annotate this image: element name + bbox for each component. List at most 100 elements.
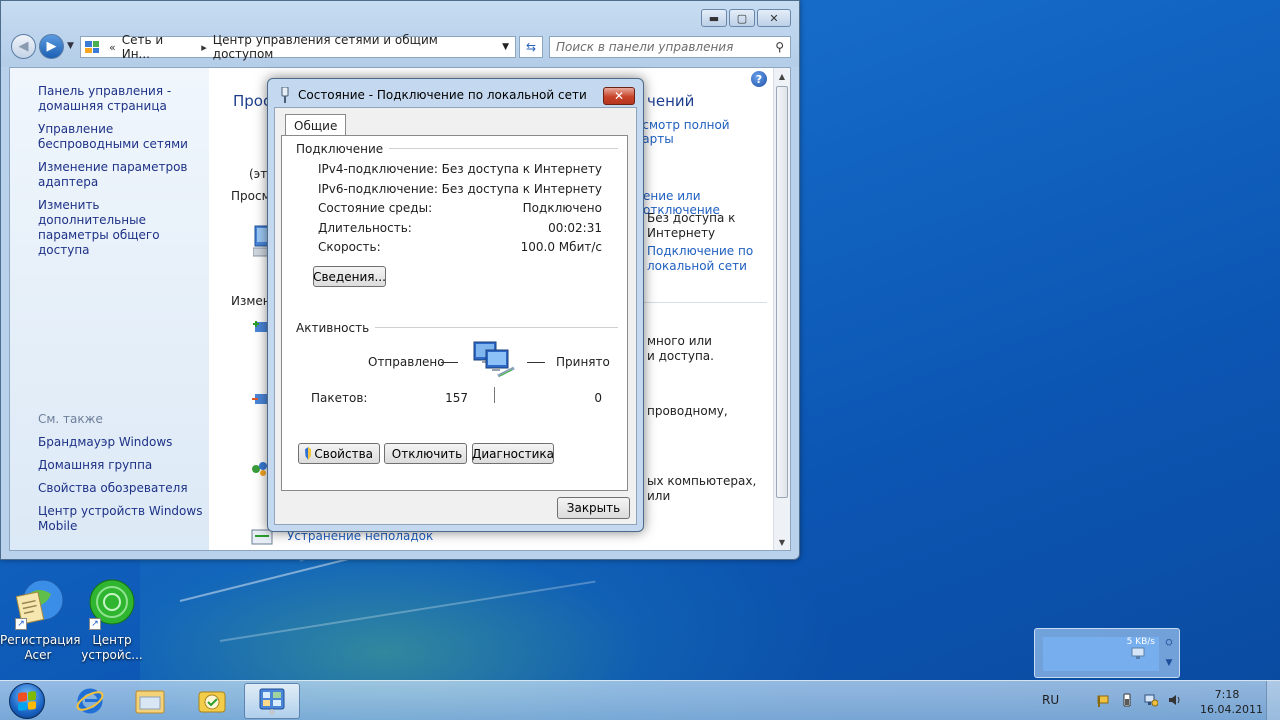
start-button[interactable] (4, 683, 50, 719)
change-settings-heading: Измен (231, 294, 271, 308)
scroll-down-icon[interactable]: ▼ (774, 534, 790, 550)
desktop-icon-device-center[interactable]: ↗ Центр устройс... (74, 576, 150, 663)
local-connection-link[interactable]: Подключение по локальной сети (647, 244, 757, 274)
sent-label: Отправлено (368, 355, 445, 369)
help-icon[interactable]: ? (751, 71, 767, 87)
ipv4-value: Без доступа к Интернету (441, 162, 602, 176)
see-also-heading: См. также (38, 412, 103, 426)
dialog-close-button[interactable]: ✕ (603, 87, 635, 105)
breadcrumb-network-internet[interactable]: Сеть и Ин... (122, 33, 196, 61)
clock-time: 7:18 (1214, 688, 1240, 701)
desc-fragment-4: ых компьютерах, или (647, 474, 757, 503)
sidebar-item-control-panel-home[interactable]: Панель управления - домашняя страница (38, 84, 208, 114)
view-networks-heading: Просм (231, 189, 271, 203)
media-state-label: Состояние среды: (318, 201, 433, 215)
activity-group-line (370, 327, 618, 328)
action-center-flag-icon[interactable] (1096, 693, 1110, 707)
taskbar: RU 7:18 16.04.2011 (0, 680, 1280, 720)
shortcut-arrow-icon: ↗ (15, 618, 27, 630)
desktop-icon-label: Центр устройс... (81, 633, 143, 662)
address-bar[interactable]: « Сеть и Ин... ▸ Центр управления сетями… (80, 33, 516, 61)
tab-panel-general: Подключение IPv4-подключение: Без доступ… (281, 135, 628, 491)
network-meter-gadget[interactable]: 5 KB/s ⛭ ▼ (1034, 628, 1180, 678)
view-full-map-link[interactable]: осмотр полной карты (635, 118, 772, 146)
gadget-rate: 5 KB/s (1126, 637, 1155, 647)
search-box[interactable]: ⚲ (549, 36, 791, 58)
sidebar-item-mobile-device-center[interactable]: Центр устройств Windows Mobile (38, 504, 208, 534)
forward-button[interactable]: ▶ (39, 34, 64, 59)
packets-sent-value: 157 (445, 391, 468, 405)
internet-explorer-icon (76, 688, 104, 714)
sidebar-see-also-links: Брандмауэр Windows Домашняя группа Свойс… (38, 435, 208, 542)
windows-logo-icon (18, 691, 36, 711)
disable-button-label: Отключить (391, 446, 463, 461)
dialog-title: Состояние - Подключение по локальной сет… (298, 88, 587, 102)
breadcrumb-separator-icon[interactable]: ▸ (201, 41, 207, 54)
address-dropdown-icon[interactable]: ▼ (502, 42, 509, 52)
task-sidebar: Панель управления - домашняя страница Уп… (10, 68, 209, 550)
vertical-scrollbar[interactable]: ▲ ▼ (773, 68, 790, 550)
properties-button-label: Свойства (314, 446, 373, 461)
uac-shield-icon (305, 447, 312, 460)
control-panel-icon (259, 688, 285, 715)
sidebar-item-firewall[interactable]: Брандмауэр Windows (38, 435, 208, 450)
access-type-value: Без доступа к Интернету (647, 211, 736, 240)
desc-fragment-1: много или (647, 334, 712, 348)
taskbar-explorer[interactable] (122, 683, 178, 719)
duration-label: Длительность: (318, 221, 412, 235)
speed-value: 100.0 Мбит/с (520, 240, 602, 254)
language-indicator[interactable]: RU (1042, 693, 1059, 707)
ipv4-label: IPv4-подключение: (318, 162, 438, 176)
gadget-collapse-icon[interactable]: ▼ (1163, 657, 1175, 669)
show-desktop-button[interactable] (1266, 681, 1280, 720)
desktop-icon-acer-registration[interactable]: ↗ Регистрация Acer (0, 576, 80, 663)
refresh-button[interactable]: ⇆ (519, 36, 543, 58)
connection-status-dialog: Состояние - Подключение по локальной сет… (267, 78, 644, 532)
disable-button[interactable]: Отключить (384, 443, 467, 464)
control-panel-icon (85, 41, 99, 53)
close-window-button[interactable]: ✕ (757, 9, 791, 27)
media-state-value: Подключено (522, 201, 602, 215)
shortcut-arrow-icon: ↗ (89, 618, 101, 630)
media-center-icon (198, 691, 226, 713)
sidebar-item-manage-wireless[interactable]: Управление беспроводными сетями (38, 122, 208, 152)
page-title-tail: чений (647, 92, 695, 110)
system-clock[interactable]: 7:18 16.04.2011 (1200, 687, 1263, 717)
maximize-button[interactable]: ▢ (729, 9, 755, 27)
recent-pages-dropdown[interactable]: ▼ (67, 41, 74, 51)
network-tray-icon[interactable] (1144, 693, 1158, 707)
sidebar-item-adapter-settings[interactable]: Изменение параметров адаптера (38, 160, 208, 190)
sidebar-item-homegroup[interactable]: Домашняя группа (38, 458, 208, 473)
sidebar-top-links: Панель управления - домашняя страница Уп… (38, 84, 208, 266)
minimize-button[interactable]: ▬ (701, 9, 727, 27)
window-chrome: ▬ ▢ ✕ ◀ ▶ ▼ « Сеть и Ин... ▸ Центр управ… (1, 1, 799, 67)
back-button[interactable]: ◀ (11, 34, 36, 59)
battery-icon[interactable] (1120, 693, 1134, 707)
speed-label: Скорость: (318, 240, 381, 254)
scrollbar-thumb[interactable] (776, 86, 788, 498)
connection-group-title: Подключение (296, 142, 390, 156)
desc-fragment-3: проводному, (647, 404, 728, 418)
sidebar-item-internet-options[interactable]: Свойства обозревателя (38, 481, 208, 496)
breadcrumb-network-center[interactable]: Центр управления сетями и общим доступом (213, 33, 502, 61)
details-button[interactable]: Сведения... (313, 266, 386, 287)
search-icon[interactable]: ⚲ (775, 40, 784, 54)
search-input[interactable] (556, 40, 776, 54)
volume-icon[interactable] (1168, 693, 1182, 707)
gadget-options-icon[interactable]: ⛭ (1163, 637, 1175, 649)
taskbar-media-center[interactable] (184, 683, 240, 719)
sent-dash (441, 362, 458, 363)
taskbar-internet-explorer[interactable] (62, 683, 118, 719)
diagnose-button[interactable]: Диагностика (472, 443, 554, 464)
taskbar-control-panel[interactable] (244, 683, 300, 719)
arrow-right-icon: ▶ (46, 39, 57, 54)
properties-button[interactable]: Свойства (298, 443, 380, 464)
sidebar-item-sharing-settings[interactable]: Изменить дополнительные параметры общего… (38, 198, 208, 258)
packets-received-value: 0 (594, 391, 602, 405)
close-dialog-button[interactable]: Закрыть (557, 497, 630, 519)
tab-general[interactable]: Общие (285, 114, 347, 136)
globe-registration-icon: ↗ (11, 576, 65, 630)
scroll-up-icon[interactable]: ▲ (774, 68, 790, 84)
activity-divider (494, 387, 495, 403)
breadcrumb-overflow-icon[interactable]: « (109, 41, 116, 54)
